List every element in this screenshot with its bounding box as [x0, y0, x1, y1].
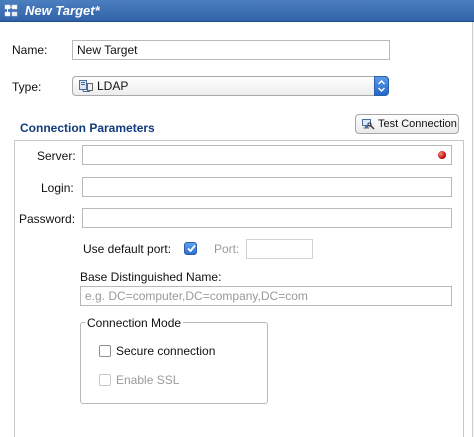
window-title: New Target* — [25, 3, 100, 18]
secure-connection-checkbox[interactable] — [99, 345, 111, 357]
select-arrows-icon — [374, 76, 389, 96]
login-label: Login: — [41, 181, 74, 195]
type-label: Type: — [12, 80, 42, 94]
type-select[interactable]: LDAP — [72, 76, 389, 96]
ldap-server-icon — [79, 80, 93, 92]
use-default-port-checkbox[interactable] — [184, 242, 197, 255]
test-connection-icon — [362, 119, 375, 130]
server-input[interactable] — [82, 145, 452, 165]
type-select-value: LDAP — [97, 79, 129, 93]
test-connection-label: Test Connection — [378, 118, 457, 130]
name-input[interactable] — [72, 40, 390, 60]
checkmark-icon — [187, 244, 196, 253]
test-connection-button[interactable]: Test Connection — [355, 114, 459, 134]
window-titlebar: New Target* — [0, 0, 474, 22]
connection-mode-group — [80, 322, 268, 404]
use-default-port-label: Use default port: — [83, 242, 172, 256]
enable-ssl-label: Enable SSL — [116, 373, 180, 387]
login-input[interactable] — [82, 177, 452, 197]
base-dn-label: Base Distinguished Name: — [80, 270, 222, 284]
target-list-icon — [4, 4, 18, 17]
port-label: Port: — [214, 242, 240, 256]
port-input[interactable] — [246, 239, 313, 259]
server-label: Server: — [37, 149, 76, 163]
connection-mode-title: Connection Mode — [85, 316, 184, 330]
name-label: Name: — [12, 43, 48, 57]
connection-parameters-title: Connection Parameters — [20, 121, 155, 135]
base-dn-input[interactable] — [80, 286, 452, 306]
password-label: Password: — [19, 212, 76, 226]
server-status-indicator — [438, 151, 446, 159]
password-input[interactable] — [82, 208, 452, 228]
secure-connection-label: Secure connection — [116, 344, 216, 358]
enable-ssl-checkbox[interactable] — [99, 374, 111, 386]
